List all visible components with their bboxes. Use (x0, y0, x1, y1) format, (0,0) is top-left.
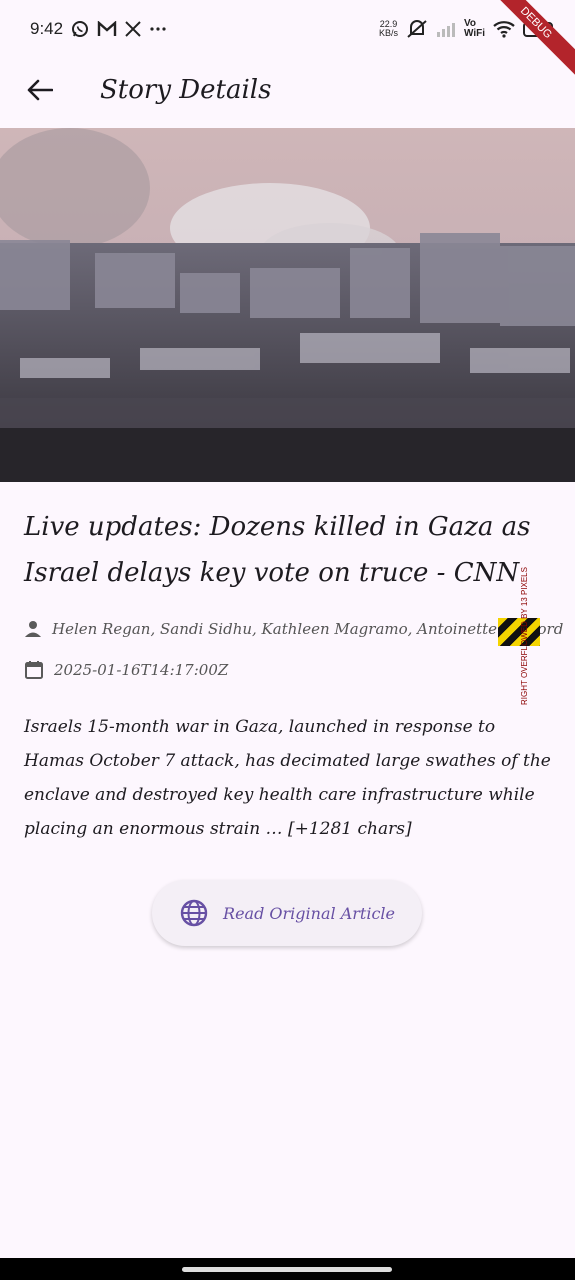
status-bar: 9:42 22.9 KB/s Vo WiFi (0, 0, 575, 58)
status-time: 9:42 (30, 19, 64, 38)
author-row: Helen Regan, Sandi Sidhu, Kathleen Magra… (24, 620, 564, 638)
article-title: Live updates: Dozens killed in Gaza as I… (24, 512, 531, 588)
signal-icon (436, 21, 456, 37)
read-original-article-button[interactable]: Read Original Article (152, 880, 422, 946)
overflow-warning: RIGHT OVERFLOWED BY 13 PIXELS (520, 567, 529, 705)
person-icon (24, 620, 42, 638)
back-button[interactable] (0, 58, 80, 122)
gmail-icon (97, 21, 117, 37)
gesture-nav-bar (0, 1258, 575, 1280)
article-authors: Helen Regan, Sandi Sidhu, Kathleen Magra… (52, 620, 564, 638)
article-date: 2025-01-16T14:17:00Z (54, 661, 229, 679)
article-description: Israels 15-month war in Gaza, launched i… (24, 717, 551, 839)
date-row: 2025-01-16T14:17:00Z (24, 660, 228, 680)
status-left: 9:42 (30, 19, 167, 39)
hero-image (0, 128, 575, 482)
whatsapp-icon (71, 20, 89, 38)
arrow-back-icon (27, 79, 53, 101)
calendar-icon (24, 660, 44, 680)
more-icon (149, 26, 167, 32)
x-icon (125, 21, 141, 37)
vo-wifi-indicator: Vo WiFi (464, 19, 485, 39)
net-speed-unit: KB/s (378, 28, 398, 38)
home-handle[interactable] (182, 1267, 392, 1272)
globe-icon (179, 898, 209, 928)
page-title: Story Details (100, 75, 272, 105)
net-speed: 22.9 KB/s (379, 20, 398, 38)
read-button-label: Read Original Article (223, 903, 395, 923)
app-bar: Story Details (0, 58, 575, 122)
wifi-label: WiFi (463, 28, 485, 39)
wifi-icon (493, 20, 515, 38)
mute-icon (406, 19, 428, 39)
